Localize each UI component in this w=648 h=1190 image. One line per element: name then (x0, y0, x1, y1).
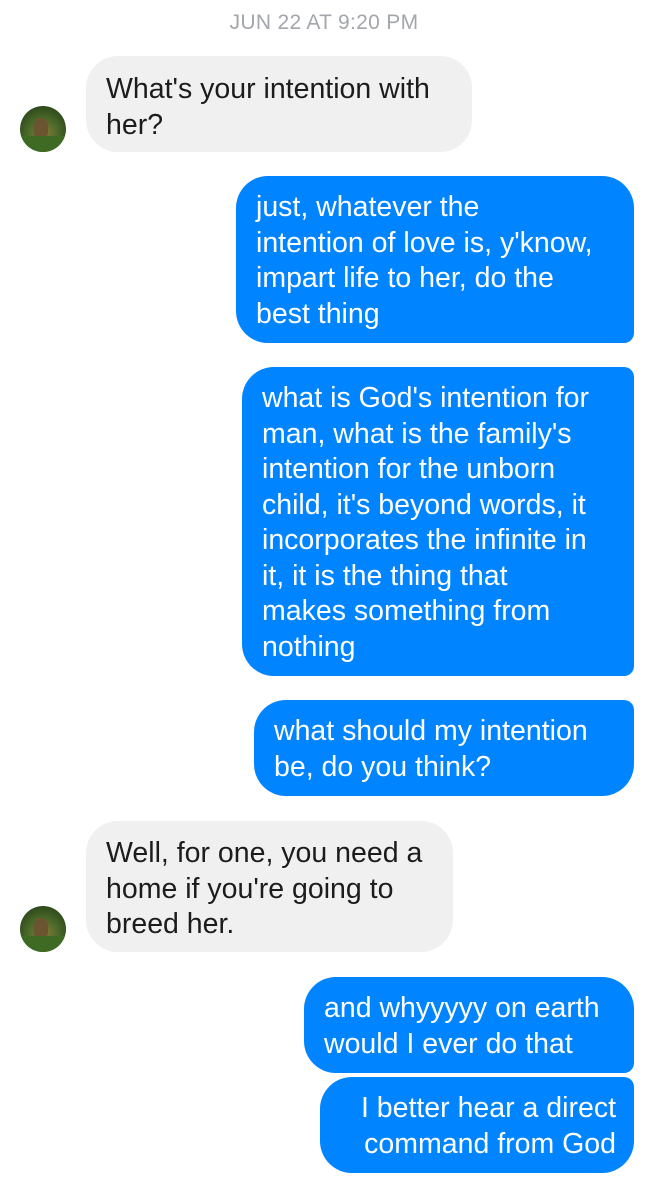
outgoing-message-bubble[interactable]: I better hear a direct command from God (320, 1077, 634, 1173)
incoming-message-bubble[interactable]: Well, for one, you need a home if you're… (86, 821, 453, 952)
conversation-timestamp: JUN 22 AT 9:20 PM (229, 11, 419, 34)
contact-avatar-icon[interactable] (20, 906, 66, 952)
outgoing-message-bubble[interactable]: just, whatever the intention of love is,… (236, 176, 634, 343)
contact-avatar-icon[interactable] (20, 106, 66, 152)
incoming-message-bubble[interactable]: What's your intention with her? (86, 56, 472, 152)
outgoing-message-bubble[interactable]: what is God's intention for man, what is… (242, 367, 634, 676)
outgoing-message-bubble[interactable]: and whyyyyy on earth would I ever do tha… (304, 977, 634, 1073)
outgoing-message-bubble[interactable]: what should my intention be, do you thin… (254, 700, 634, 796)
